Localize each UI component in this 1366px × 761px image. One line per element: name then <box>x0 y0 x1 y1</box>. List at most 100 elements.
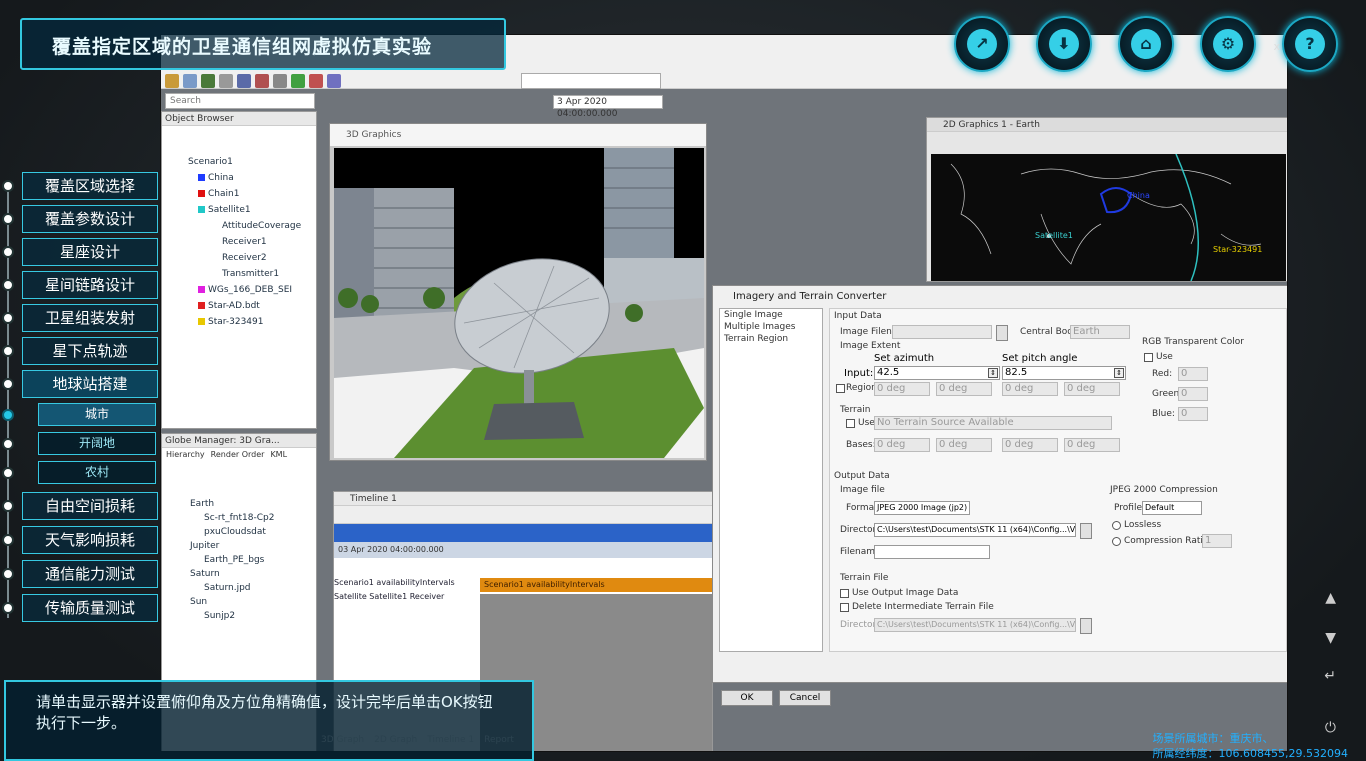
compression-radio[interactable] <box>1112 537 1121 546</box>
globe-tabs[interactable]: Hierarchy Render Order KML <box>162 448 316 461</box>
lossless-radio[interactable] <box>1112 521 1121 530</box>
rgb-use-checkbox[interactable] <box>1144 353 1153 362</box>
tree-item[interactable]: Star-323491 <box>168 314 316 330</box>
tree-item[interactable]: Scenario1 <box>168 154 316 170</box>
timeline-bar[interactable]: Scenario1 availabilityIntervals <box>480 578 712 592</box>
central-body-select[interactable]: Earth <box>1070 325 1130 339</box>
azimuth-spin-icon[interactable]: ⇕ <box>988 368 998 378</box>
tree-item[interactable]: Receiver1 <box>168 234 316 250</box>
globe-tree-item[interactable]: pxuCloudsdat <box>190 525 316 539</box>
directory-field[interactable]: C:\Users\test\Documents\STK 11 (x64)\Con… <box>874 523 1076 537</box>
menu-step[interactable]: 传输质量测试 <box>22 594 158 622</box>
globe-tree-item[interactable]: Earth_PE_bgs <box>190 553 316 567</box>
menu-step[interactable]: 覆盖区域选择 <box>22 172 158 200</box>
mode-terrain-region[interactable]: Terrain Region <box>720 333 822 345</box>
profile-select[interactable]: Default <box>1142 501 1202 515</box>
pitch-input[interactable]: 82.5 ⇕ <box>1002 366 1126 380</box>
menu-step[interactable]: 覆盖参数设计 <box>22 205 158 233</box>
globe-tree-item[interactable]: Jupiter <box>190 539 316 553</box>
menu-step[interactable]: 自由空间损耗 <box>22 492 158 520</box>
globe-tab[interactable]: KML <box>270 450 287 459</box>
search-input[interactable]: Search <box>165 93 315 109</box>
region-field-4[interactable]: 0 deg <box>1064 382 1120 396</box>
filename-field[interactable] <box>874 545 990 559</box>
menu-step[interactable]: 星下点轨迹 <box>22 337 158 365</box>
download-icon[interactable]: ⬇ <box>1036 16 1092 72</box>
tree-item[interactable]: Chain1 <box>168 186 316 202</box>
home-icon[interactable]: ⌂ <box>1118 16 1174 72</box>
terrain-source-select[interactable]: No Terrain Source Available <box>874 416 1112 430</box>
azimuth-input[interactable]: 42.5 ⇕ <box>874 366 1000 380</box>
mode-multiple-images[interactable]: Multiple Images <box>720 321 822 333</box>
region-field-2[interactable]: 0 deg <box>936 382 992 396</box>
tree-item[interactable]: Star-AD.bdt <box>168 298 316 314</box>
mode-single-image[interactable]: Single Image <box>720 309 822 321</box>
bases-field-2[interactable]: 0 deg <box>936 438 992 452</box>
menu-step[interactable]: 地球站搭建 <box>22 370 158 398</box>
ok-button[interactable]: OK <box>721 690 773 706</box>
tree-item[interactable]: WGs_166_DEB_SEI <box>168 282 316 298</box>
green-field[interactable]: 0 <box>1178 387 1208 401</box>
tree-item[interactable]: AttitudeCoverage <box>168 218 316 234</box>
tree-item[interactable]: Satellite1 <box>168 202 316 218</box>
globe-tab[interactable]: Hierarchy <box>166 450 205 459</box>
menu-step[interactable]: 天气影响损耗 <box>22 526 158 554</box>
region-field-3[interactable]: 0 deg <box>1002 382 1058 396</box>
scenario-select[interactable] <box>521 73 661 89</box>
menu-step[interactable]: 星间链路设计 <box>22 271 158 299</box>
imagery-converter-dialog[interactable]: Imagery and Terrain Converter Single Ima… <box>712 285 1287 706</box>
tree-item[interactable]: China <box>168 170 316 186</box>
tree-item[interactable]: Receiver2 <box>168 250 316 266</box>
view-3d-window[interactable]: 3D Graphics <box>329 123 707 461</box>
chart-icon[interactable]: ↗ <box>954 16 1010 72</box>
browse-directory2-button[interactable] <box>1080 618 1092 634</box>
bases-field-4[interactable]: 0 deg <box>1064 438 1120 452</box>
view-2d-window[interactable]: 2D Graphics 1 - Earth China Satellite1 S… <box>926 117 1287 282</box>
scroll-down-icon[interactable]: ▼ <box>1325 630 1336 646</box>
globe-tree-item[interactable]: Sun <box>190 595 316 609</box>
help-icon[interactable]: ? <box>1282 16 1338 72</box>
globe-tree-item[interactable]: Saturn <box>190 567 316 581</box>
time-field[interactable]: 3 Apr 2020 04:00:00.000 <box>553 95 663 119</box>
globe-tree-item[interactable]: Earth <box>190 497 316 511</box>
globe-manager-title: Globe Manager: 3D Gra... <box>162 434 316 448</box>
dialog-mode-list[interactable]: Single Image Multiple Images Terrain Reg… <box>719 308 823 652</box>
menu-step[interactable]: 星座设计 <box>22 238 158 266</box>
globe-tree-item[interactable]: Saturn.jpd <box>190 581 316 595</box>
view-3d-scene[interactable] <box>334 148 704 458</box>
globe-tab[interactable]: Render Order <box>211 450 265 459</box>
bases-field-3[interactable]: 0 deg <box>1002 438 1058 452</box>
browse-directory-button[interactable] <box>1080 523 1092 539</box>
globe-tree-item[interactable]: Sc-rt_fnt18-Cp2 <box>190 511 316 525</box>
use-output-checkbox[interactable] <box>840 589 849 598</box>
earth-map[interactable]: China Satellite1 Star-323491 <box>931 154 1286 281</box>
timeline-scrubber[interactable] <box>334 524 712 542</box>
submenu-step[interactable]: 农村 <box>38 461 156 484</box>
browse-image-button[interactable] <box>996 325 1008 341</box>
app-screen[interactable]: Search 3 Apr 2020 04:00:00.000 Object Br… <box>160 34 1288 752</box>
delete-intermediate-checkbox[interactable] <box>840 603 849 612</box>
cancel-button[interactable]: Cancel <box>779 690 831 706</box>
region-field-1[interactable]: 0 deg <box>874 382 930 396</box>
enter-icon[interactable]: ↵ <box>1324 668 1336 684</box>
menu-step[interactable]: 卫星组装发射 <box>22 304 158 332</box>
menu-step[interactable]: 通信能力测试 <box>22 560 158 588</box>
settings-icon[interactable]: ⚙ <box>1200 16 1256 72</box>
format-select[interactable]: JPEG 2000 Image (jp2) <box>874 501 970 515</box>
tree-item[interactable]: Transmitter1 <box>168 266 316 282</box>
red-field[interactable]: 0 <box>1178 367 1208 381</box>
blue-field[interactable]: 0 <box>1178 407 1208 421</box>
bases-field-1[interactable]: 0 deg <box>874 438 930 452</box>
globe-tree-item[interactable]: Sunjp2 <box>190 609 316 623</box>
pitch-spin-icon[interactable]: ⇕ <box>1114 368 1124 378</box>
submenu-step[interactable]: 城市 <box>38 403 156 426</box>
compression-field[interactable]: 1 <box>1202 534 1232 548</box>
close-icon[interactable]: x <box>1273 40 1280 53</box>
terrain-use-checkbox[interactable] <box>846 419 855 428</box>
region-checkbox[interactable] <box>836 384 845 393</box>
directory2-field[interactable]: C:\Users\test\Documents\STK 11 (x64)\Con… <box>874 618 1076 632</box>
power-icon[interactable]: ⏻ <box>1325 720 1336 736</box>
image-filename-field[interactable] <box>892 325 992 339</box>
submenu-step[interactable]: 开阔地 <box>38 432 156 455</box>
scroll-up-icon[interactable]: ▲ <box>1325 590 1336 606</box>
